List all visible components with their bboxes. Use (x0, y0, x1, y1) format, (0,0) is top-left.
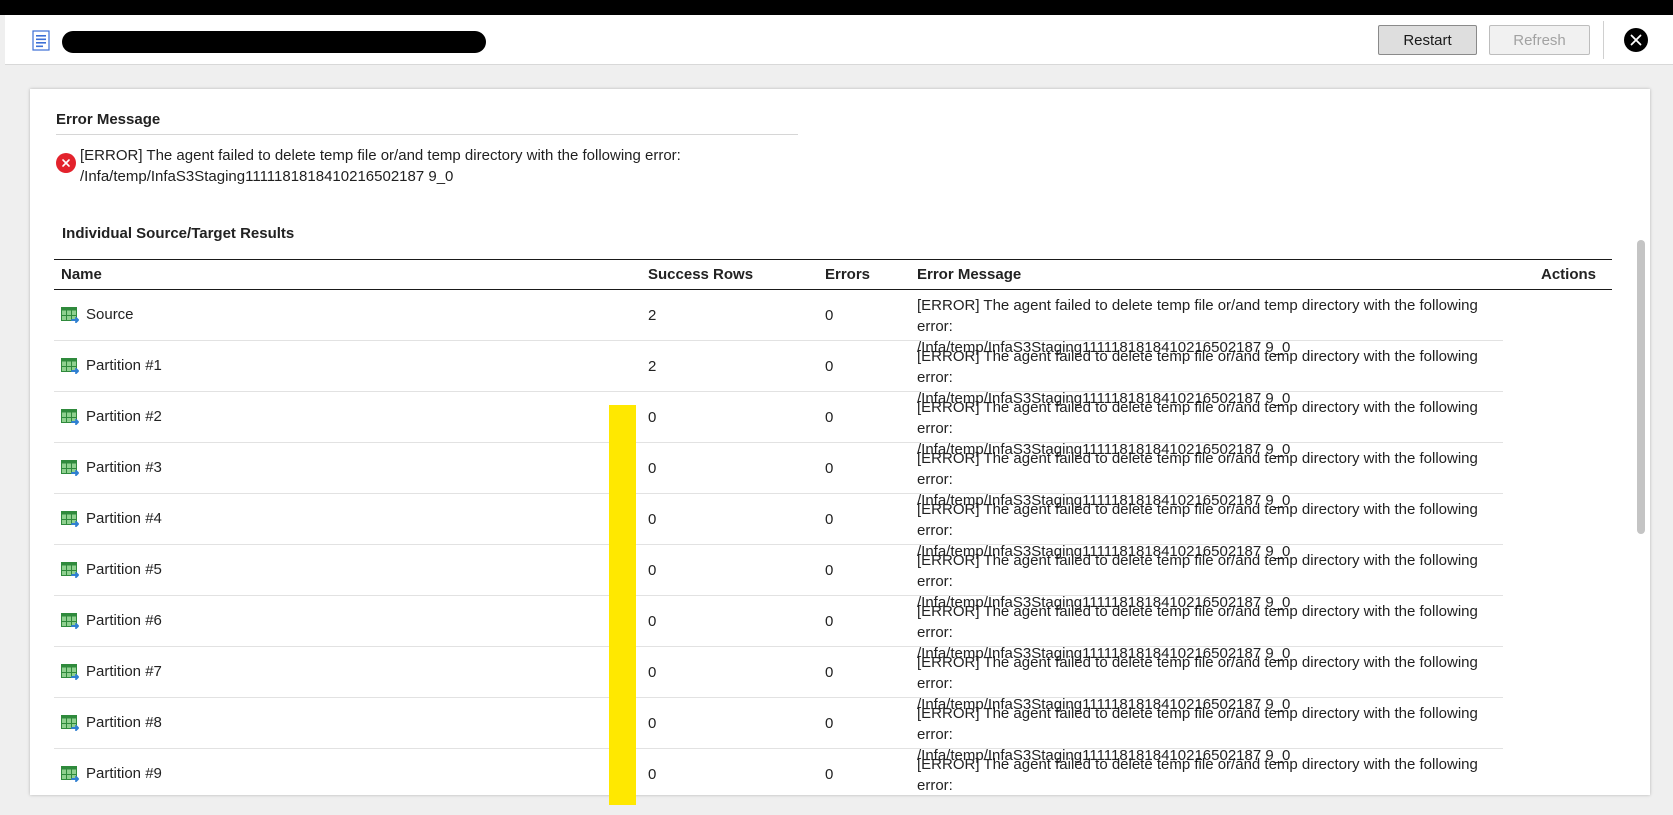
row-success-rows: 2 (648, 358, 657, 375)
row-error-message-line-1: [ERROR] The agent failed to delete temp … (917, 399, 1478, 437)
row-name: Partition #1 (86, 357, 162, 374)
table-icon (61, 664, 81, 682)
row-success-rows: 0 (648, 562, 657, 579)
results-table: Name Success Rows Errors Error Message A… (54, 259, 1612, 795)
job-details-window: Restart Refresh Error Message [ERROR] Th… (0, 15, 1673, 815)
table-row[interactable]: Partition #2 0 0 [ERROR] The agent failed t… (54, 392, 1612, 458)
row-name: Partition #3 (86, 459, 162, 476)
error-icon (56, 153, 76, 173)
row-errors: 0 (825, 460, 834, 477)
results-panel: Error Message [ERROR] The agent failed t… (30, 89, 1650, 795)
row-error-message-line-1: [ERROR] The agent failed to delete temp … (917, 552, 1478, 590)
row-errors: 0 (825, 358, 834, 375)
row-name: Partition #8 (86, 714, 162, 731)
column-header-error-message[interactable]: Error Message (917, 266, 1021, 283)
table-row[interactable]: Partition #1 2 0 [ERROR] The agent failed t… (54, 341, 1612, 407)
restart-button[interactable]: Restart (1378, 25, 1477, 55)
table-row[interactable]: Partition #5 0 0 [ERROR] The agent failed t… (54, 545, 1612, 611)
row-errors: 0 (825, 409, 834, 426)
vertical-scrollbar[interactable] (1637, 240, 1645, 534)
document-icon (30, 29, 54, 53)
row-success-rows: 0 (648, 664, 657, 681)
row-name: Partition #6 (86, 612, 162, 629)
row-errors: 0 (825, 562, 834, 579)
row-error-message: [ERROR] The agent failed to delete temp … (917, 754, 1507, 795)
row-errors: 0 (825, 307, 834, 324)
refresh-button[interactable]: Refresh (1489, 25, 1590, 55)
column-header-success-rows[interactable]: Success Rows (648, 266, 753, 283)
row-error-message-line-1: [ERROR] The agent failed to delete temp … (917, 450, 1478, 488)
error-message-text: [ERROR] The agent failed to delete temp … (80, 145, 720, 187)
close-icon (1630, 34, 1642, 46)
table-icon (61, 766, 81, 784)
row-errors: 0 (825, 766, 834, 783)
row-success-rows: 0 (648, 409, 657, 426)
redacted-title (62, 31, 486, 53)
row-error-message-line-1: [ERROR] The agent failed to delete temp … (917, 654, 1478, 692)
header-divider (1603, 21, 1604, 59)
table-header: Name Success Rows Errors Error Message A… (54, 259, 1612, 290)
table-row[interactable]: Source 2 0 [ERROR] The agent failed to dele… (54, 290, 1612, 356)
row-name: Source (86, 306, 134, 323)
table-icon (61, 409, 81, 427)
row-success-rows: 0 (648, 766, 657, 783)
table-row[interactable]: Partition #9 0 0 [ERROR] The agent failed t… (54, 749, 1612, 795)
row-errors: 0 (825, 511, 834, 528)
row-errors: 0 (825, 613, 834, 630)
row-name: Partition #7 (86, 663, 162, 680)
row-error-message-line-1: [ERROR] The agent failed to delete temp … (917, 603, 1478, 641)
row-errors: 0 (825, 715, 834, 732)
table-icon (61, 562, 81, 580)
table-icon (61, 511, 81, 529)
row-errors: 0 (825, 664, 834, 681)
row-name: Partition #2 (86, 408, 162, 425)
table-row[interactable]: Partition #4 0 0 [ERROR] The agent failed t… (54, 494, 1612, 560)
header-bar: Restart Refresh (5, 15, 1673, 65)
row-error-message-line-1: [ERROR] The agent failed to delete temp … (917, 348, 1478, 386)
table-icon (61, 613, 81, 631)
row-success-rows: 0 (648, 613, 657, 630)
table-icon (61, 307, 81, 325)
column-header-name[interactable]: Name (61, 266, 102, 283)
row-error-message-line-1: [ERROR] The agent failed to delete temp … (917, 705, 1478, 743)
table-row[interactable]: Partition #7 0 0 [ERROR] The agent failed t… (54, 647, 1612, 713)
row-error-message-line-1: [ERROR] The agent failed to delete temp … (917, 297, 1478, 335)
table-icon (61, 460, 81, 478)
row-error-message-line-1: [ERROR] The agent failed to delete temp … (917, 501, 1478, 539)
table-icon (61, 358, 81, 376)
table-row[interactable]: Partition #8 0 0 [ERROR] The agent failed t… (54, 698, 1612, 764)
error-message-line-1: [ERROR] The agent failed to delete temp … (80, 147, 681, 164)
close-button[interactable] (1624, 28, 1648, 52)
row-success-rows: 0 (648, 511, 657, 528)
error-message-title: Error Message (56, 111, 798, 135)
row-name: Partition #5 (86, 561, 162, 578)
row-error-message-line-1: [ERROR] The agent failed to delete temp … (917, 756, 1478, 794)
row-name: Partition #4 (86, 510, 162, 527)
table-row[interactable]: Partition #3 0 0 [ERROR] The agent failed t… (54, 443, 1612, 509)
table-icon (61, 715, 81, 733)
row-success-rows: 0 (648, 460, 657, 477)
row-success-rows: 0 (648, 715, 657, 732)
individual-results-title: Individual Source/Target Results (62, 225, 295, 242)
row-success-rows: 2 (648, 307, 657, 324)
table-row[interactable]: Partition #6 0 0 [ERROR] The agent failed t… (54, 596, 1612, 662)
column-header-actions[interactable]: Actions (1541, 266, 1596, 283)
column-header-errors[interactable]: Errors (825, 266, 870, 283)
row-name: Partition #9 (86, 765, 162, 782)
table-body: Source 2 0 [ERROR] The agent failed to dele… (54, 290, 1612, 795)
error-message-line-2: /Infa/temp/InfaS3Staging1111181818410216… (80, 168, 454, 185)
